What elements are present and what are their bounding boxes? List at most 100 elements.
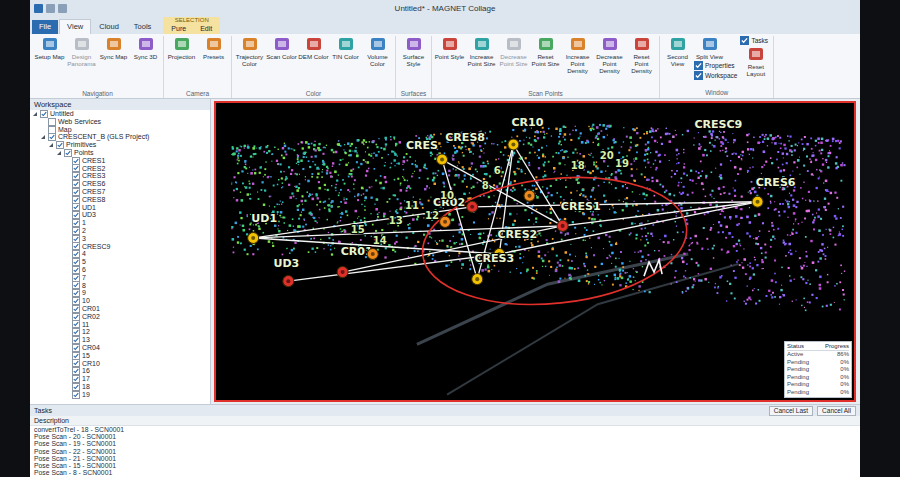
- checkbox-icon[interactable]: [48, 126, 56, 134]
- checkbox-icon[interactable]: [72, 313, 80, 321]
- ribbon-button[interactable]: Sync Map: [98, 36, 129, 60]
- ribbon-button[interactable]: Reset Point Density: [626, 36, 657, 74]
- checkbox-icon[interactable]: [72, 235, 80, 243]
- expand-icon[interactable]: [64, 165, 70, 171]
- tree-item[interactable]: Primitives: [30, 141, 210, 149]
- tree-item[interactable]: 16: [30, 367, 210, 375]
- ribbon-button[interactable]: Trajectory Color: [234, 36, 265, 67]
- target-marker-icon[interactable]: [283, 276, 294, 287]
- expand-icon[interactable]: [64, 329, 70, 335]
- expand-icon[interactable]: [64, 314, 70, 320]
- task-row[interactable]: convertToTrel - 18 - SCN0001: [30, 426, 860, 433]
- expand-icon[interactable]: [64, 220, 70, 226]
- expand-icon[interactable]: [64, 189, 70, 195]
- ribbon-tab[interactable]: Tools: [127, 20, 159, 34]
- tree-item[interactable]: UD3: [30, 211, 210, 219]
- ribbon-button[interactable]: Scan Color: [266, 36, 297, 60]
- ribbon-button[interactable]: Decrease Point Density: [594, 36, 625, 74]
- expand-icon[interactable]: [64, 345, 70, 351]
- target-marker-icon[interactable]: [367, 248, 378, 259]
- tree-item[interactable]: 9: [30, 289, 210, 297]
- ribbon-button[interactable]: Reset Point Size: [530, 36, 561, 67]
- tree-item[interactable]: 6: [30, 266, 210, 274]
- target-marker-icon[interactable]: [248, 232, 259, 243]
- checkbox-icon[interactable]: [72, 336, 80, 344]
- checkbox-icon[interactable]: [40, 110, 48, 118]
- ribbon-button[interactable]: Surface Style: [398, 36, 429, 67]
- tree-item[interactable]: CRES2: [30, 165, 210, 173]
- expand-icon[interactable]: [64, 158, 70, 164]
- tree-item[interactable]: 7: [30, 274, 210, 282]
- target-marker-icon[interactable]: [440, 216, 451, 227]
- tree-item[interactable]: 15: [30, 352, 210, 360]
- checkbox-icon[interactable]: [72, 188, 80, 196]
- checkbox-icon[interactable]: [72, 305, 80, 313]
- expand-icon[interactable]: [64, 376, 70, 382]
- ribbon-button[interactable]: Second View: [662, 36, 693, 67]
- task-row[interactable]: Pose Scan - 21 - SCN0001: [30, 455, 860, 462]
- tree-item[interactable]: UD1: [30, 204, 210, 212]
- expand-icon[interactable]: [64, 353, 70, 359]
- tree-item[interactable]: CRES7: [30, 188, 210, 196]
- target-marker-icon[interactable]: [557, 220, 568, 231]
- task-row[interactable]: Pose Scan - 22 - SCN0001: [30, 448, 860, 455]
- checkbox-icon[interactable]: [72, 281, 80, 289]
- checkbox-icon[interactable]: [72, 344, 80, 352]
- expand-icon[interactable]: [32, 111, 38, 117]
- window-checkbox[interactable]: Tasks: [740, 36, 768, 45]
- tree-item[interactable]: 2: [30, 227, 210, 235]
- tree-item[interactable]: CRES1: [30, 157, 210, 165]
- window-checkbox[interactable]: Workspace: [694, 71, 737, 80]
- save-icon[interactable]: [46, 4, 55, 13]
- tree-item[interactable]: 10: [30, 297, 210, 305]
- checkbox-icon[interactable]: [72, 250, 80, 258]
- tree-item[interactable]: Web Services: [30, 118, 210, 126]
- tree-item[interactable]: 8: [30, 282, 210, 290]
- expand-icon[interactable]: [64, 259, 70, 265]
- expand-icon[interactable]: [64, 243, 70, 249]
- tree-item[interactable]: 17: [30, 375, 210, 383]
- point-cloud-canvas[interactable]: UD1UD3CR01CRESCRES8CR10CRESC9CRES6CRES1C…: [216, 103, 854, 400]
- ribbon-button[interactable]: Reset Layout: [740, 46, 771, 77]
- tree-item[interactable]: CR02: [30, 313, 210, 321]
- cancel-button[interactable]: Cancel All: [817, 406, 856, 416]
- expand-icon[interactable]: [64, 282, 70, 288]
- tree-item[interactable]: 13: [30, 336, 210, 344]
- expand-icon[interactable]: [64, 392, 70, 398]
- contextual-tab[interactable]: Pure: [166, 24, 191, 34]
- ribbon-button[interactable]: Sync 3D: [130, 36, 161, 60]
- expand-icon[interactable]: [40, 119, 46, 125]
- contextual-tab[interactable]: Edit: [195, 24, 217, 34]
- task-row[interactable]: Pose Scan - 20 - SCN0001: [30, 433, 860, 440]
- checkbox-icon[interactable]: [72, 297, 80, 305]
- checkbox-icon[interactable]: [72, 320, 80, 328]
- ribbon-button[interactable]: Volume Color: [362, 36, 393, 67]
- expand-icon[interactable]: [40, 134, 46, 140]
- checkbox-icon[interactable]: [72, 157, 80, 165]
- tree-item[interactable]: CR10: [30, 360, 210, 368]
- task-row[interactable]: Pose Scan - 15 - SCN0001: [30, 462, 860, 469]
- tree-item[interactable]: 1: [30, 219, 210, 227]
- tree-item[interactable]: 19: [30, 391, 210, 399]
- ribbon-button[interactable]: TIN Color: [330, 36, 361, 60]
- checkbox-icon[interactable]: [72, 219, 80, 227]
- expand-icon[interactable]: [40, 126, 46, 132]
- expand-icon[interactable]: [64, 236, 70, 242]
- target-marker-icon[interactable]: [437, 154, 448, 165]
- ribbon-button[interactable]: DEM Color: [298, 36, 329, 60]
- checkbox-icon[interactable]: [72, 289, 80, 297]
- tree-item[interactable]: 4: [30, 250, 210, 258]
- expand-icon[interactable]: [64, 360, 70, 366]
- target-marker-icon[interactable]: [524, 190, 535, 201]
- expand-icon[interactable]: [64, 197, 70, 203]
- ribbon-tab[interactable]: View: [59, 19, 91, 34]
- checkbox-icon[interactable]: [72, 196, 80, 204]
- checkbox-icon[interactable]: [72, 164, 80, 172]
- checkbox-icon[interactable]: [72, 274, 80, 282]
- expand-icon[interactable]: [64, 275, 70, 281]
- ribbon-button[interactable]: Decrease Point Size: [498, 36, 529, 67]
- expand-icon[interactable]: [64, 298, 70, 304]
- tree-item[interactable]: CRES8: [30, 196, 210, 204]
- expand-icon[interactable]: [48, 142, 54, 148]
- target-marker-icon[interactable]: [337, 267, 348, 278]
